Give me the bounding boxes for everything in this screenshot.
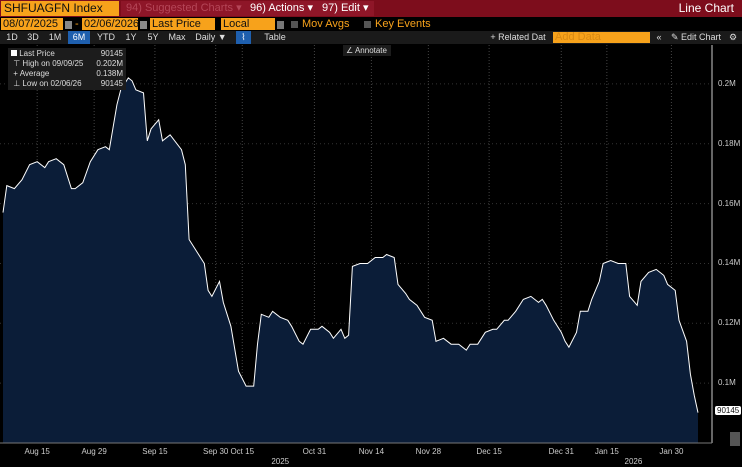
pencil-icon: ✎ (670, 32, 679, 42)
x-tick-label: Oct 31 (302, 447, 327, 456)
collapse-icon[interactable]: « (654, 31, 664, 44)
mov-avgs-checkbox[interactable] (291, 21, 298, 28)
range-tab-max[interactable]: Max (166, 31, 188, 44)
y-tick-label: 0.12M (718, 318, 741, 328)
x-tick-label: Dec 15 (476, 447, 502, 456)
annotate-label: Annotate (354, 46, 387, 55)
calendar-icon[interactable] (140, 21, 147, 29)
legend-label: High on 09/09/25 (22, 59, 84, 68)
last-price-tag: 90145 (715, 406, 742, 415)
x-tick-label: Nov 14 (358, 447, 385, 456)
range-tab-3d[interactable]: 3D (24, 31, 42, 44)
legend-value: 90145 (100, 49, 123, 58)
x-tick-label: Nov 28 (415, 447, 442, 456)
x-tick-label: Aug 15 (24, 447, 50, 456)
pencil-icon: ∠ (346, 46, 354, 55)
add-data-input[interactable]: Add Data (553, 32, 650, 43)
legend: Last Price 90145 ⊤ High on 09/09/25 0.202M… (8, 48, 126, 90)
legend-value: 0.138M (96, 69, 123, 78)
field-select[interactable]: Last Price (150, 18, 215, 30)
edit-chart-button[interactable]: ✎ Edit Chart (668, 31, 724, 44)
end-date-input[interactable]: 02/06/2026 (82, 18, 139, 30)
legend-label: Last Price (19, 49, 55, 58)
view-title: Line Chart (678, 1, 734, 15)
suggested-charts-menu[interactable]: 94) Suggested Charts ▾ (121, 1, 247, 16)
range-tab-6m[interactable]: 6M (68, 31, 90, 44)
legend-value: 90145 (100, 79, 123, 88)
legend-row-average: + Average 0.138M (11, 69, 123, 78)
x-tick-label: Aug 29 (81, 447, 107, 456)
x-tick-label: Sep 15 (142, 447, 168, 456)
x-tick-label: Jan 30 (659, 447, 684, 456)
x-tick-label: Oct 15 (230, 447, 255, 456)
currency-select[interactable]: Local CCY (221, 18, 275, 42)
range-tab-1m[interactable]: 1M (46, 31, 64, 44)
range-tab-ytd[interactable]: YTD (95, 31, 117, 44)
x-tick-label: Jan 15 (594, 447, 619, 456)
range-tab-1d[interactable]: 1D (3, 31, 21, 44)
annotate-button[interactable]: ∠ Annotate (343, 45, 391, 56)
y-tick-label: 0.14M (718, 258, 741, 268)
ticker-input[interactable]: SHFUAGFN Index (1, 1, 119, 16)
range-tab-1y[interactable]: 1Y (122, 31, 140, 44)
year-label: 2025 (271, 457, 290, 466)
actions-menu[interactable]: 96) Actions ▾ (245, 1, 318, 16)
y-tick-label: 0.2M (718, 78, 736, 88)
legend-row-low: ⊥ Low on 02/06/26 90145 (11, 79, 123, 88)
range-tab-5y[interactable]: 5Y (144, 31, 162, 44)
year-label: 2026 (624, 457, 643, 466)
mov-avgs-label[interactable]: Mov Avgs (302, 18, 350, 31)
frequency-select[interactable]: Daily ▼ (194, 31, 228, 44)
line-chart-icon[interactable]: ⌇ (236, 31, 251, 44)
area-fill (3, 77, 698, 444)
legend-label: Average (19, 69, 50, 78)
legend-value: 0.202M (96, 59, 123, 68)
chevron-down-icon[interactable] (277, 21, 284, 29)
zoom-out-button[interactable] (730, 432, 740, 446)
y-tick-label: 0.16M (718, 198, 741, 208)
table-tab[interactable]: Table (260, 31, 290, 44)
x-tick-label: Dec 31 (548, 447, 574, 456)
y-tick-label: 0.18M (718, 138, 741, 148)
price-chart (0, 45, 713, 444)
calendar-icon[interactable] (65, 21, 72, 29)
key-events-checkbox[interactable] (364, 21, 371, 28)
legend-row-last: Last Price 90145 (11, 49, 123, 59)
related-data-button[interactable]: + Related Dat (486, 31, 550, 44)
edit-menu[interactable]: 97) Edit ▾ (317, 1, 374, 16)
start-date-input[interactable]: 08/07/2025 (1, 18, 63, 30)
legend-row-high: ⊤ High on 09/09/25 0.202M (11, 59, 123, 68)
legend-swatch (11, 50, 17, 56)
legend-label: Low on 02/06/26 (22, 79, 82, 88)
x-tick-label: Sep 30 (202, 447, 229, 456)
y-tick-label: 0.1M (718, 378, 736, 388)
edit-chart-label: Edit Chart (681, 32, 722, 42)
date-separator: - (75, 18, 79, 30)
gear-icon[interactable]: ⚙ (727, 31, 739, 44)
key-events-label[interactable]: Key Events (375, 18, 431, 31)
